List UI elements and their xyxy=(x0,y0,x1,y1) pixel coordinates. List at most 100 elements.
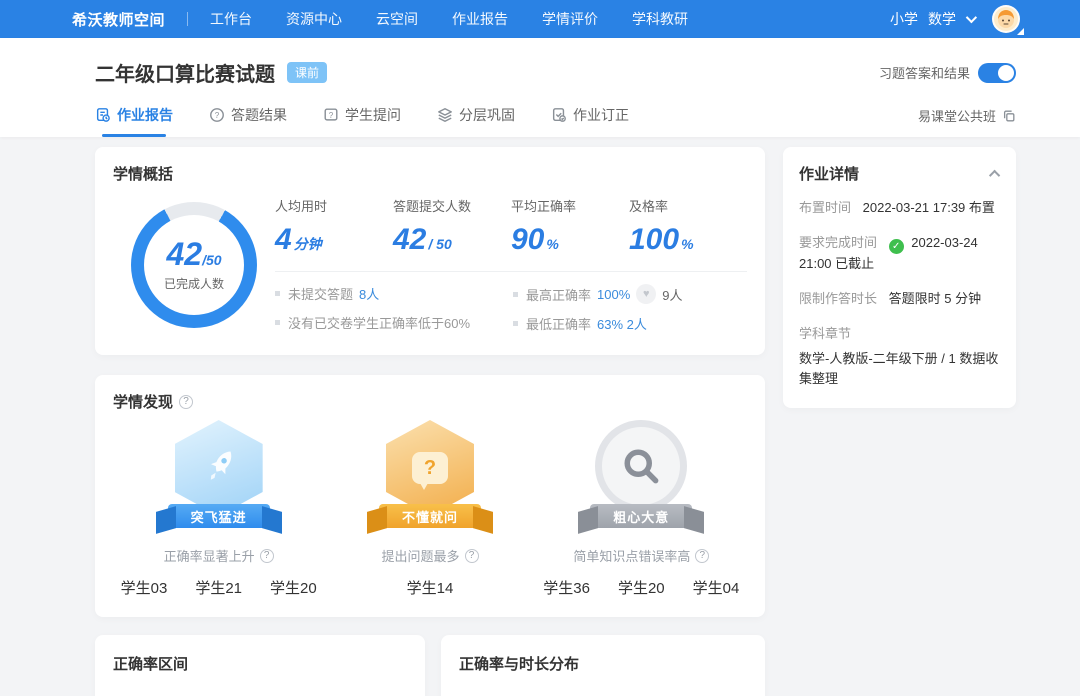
nav-item-evaluation[interactable]: 学情评价 xyxy=(542,9,598,29)
homework-details-card: 作业详情 布置时间 2022-03-21 17:39 布置 要求完成时间 ✓ 2… xyxy=(783,147,1016,408)
nav-item-resources[interactable]: 资源中心 xyxy=(286,9,342,29)
nav-item-research[interactable]: 学科教研 xyxy=(632,9,688,29)
detail-label: 要求完成时间 xyxy=(799,235,877,250)
stat-label: 平均正确率 xyxy=(511,196,629,215)
user-avatar[interactable] xyxy=(992,5,1020,33)
brand-logo[interactable]: 希沃教师空间 xyxy=(72,9,165,30)
nav-divider xyxy=(187,12,188,26)
nav-item-workbench[interactable]: 工作台 xyxy=(210,9,252,29)
tab-layered-consolidation[interactable]: 分层巩固 xyxy=(437,105,515,137)
check-icon: ✓ xyxy=(889,239,904,254)
avatar-face-icon xyxy=(994,7,1018,31)
tab-label: 学生提问 xyxy=(345,105,401,125)
medal-help-icon[interactable]: ? xyxy=(465,549,479,563)
completion-count: 42/50 xyxy=(166,238,221,270)
class-switcher[interactable]: 易课堂公共班 xyxy=(918,106,1016,137)
detail-time-limit: 限制作答时长 答题限时 5 分钟 xyxy=(799,289,1000,310)
stat-label: 及格率 xyxy=(629,196,747,215)
nav-right: 小学 数学 xyxy=(890,5,1020,33)
student-link[interactable]: 学生04 xyxy=(693,577,740,598)
nav-item-cloud[interactable]: 云空间 xyxy=(376,9,418,29)
medal-ribbon: 不懂就问 xyxy=(379,504,481,528)
stat-pass-rate: 及格率 100% xyxy=(629,196,747,255)
note-highest-accuracy: 最高正确率 100% ♥ 9人 xyxy=(513,284,683,304)
nav-item-homework-report[interactable]: 作业报告 xyxy=(452,9,508,29)
question-bubble-icon: ? xyxy=(412,452,448,484)
class-name-label: 易课堂公共班 xyxy=(918,106,996,125)
student-link[interactable]: 学生20 xyxy=(270,577,317,598)
bullet-icon xyxy=(275,291,280,296)
rapid-progress-medal: 突飞猛进 xyxy=(144,420,294,540)
stat-unit: % xyxy=(681,236,693,252)
note-no-low-accuracy: 没有已交卷学生正确率低于60% xyxy=(275,313,513,332)
asks-questions-medal: ? 不懂就问 xyxy=(355,420,505,540)
svg-text:?: ? xyxy=(215,111,220,120)
chevron-down-icon xyxy=(966,12,977,23)
accuracy-range-card: 正确率区间 xyxy=(95,635,425,696)
avatar-caret-icon xyxy=(1017,28,1024,35)
tab-label: 作业订正 xyxy=(573,105,629,125)
circle-shape xyxy=(595,420,687,512)
student-link[interactable]: 学生20 xyxy=(618,577,665,598)
bottom-charts-row: 正确率区间 正确率与时长分布 xyxy=(95,635,765,696)
heart-icon: ♥ xyxy=(636,284,656,304)
bullet-icon xyxy=(513,321,518,326)
highest-accuracy-count: 9人 xyxy=(662,285,682,304)
medal-help-icon[interactable]: ? xyxy=(260,549,274,563)
completed-number: 42 xyxy=(166,236,202,272)
detail-label: 限制作答时长 xyxy=(799,291,877,306)
stat-value: 90 xyxy=(511,223,544,256)
answers-toggle[interactable] xyxy=(978,63,1016,83)
medal-ribbon: 突飞猛进 xyxy=(168,504,270,528)
badge-careless: 粗心大意 简单知识点错误率高 ? 学生36 学生20 学生04 xyxy=(536,420,747,598)
student-link[interactable]: 学生14 xyxy=(407,577,454,598)
question-square-icon: ? xyxy=(323,107,339,123)
layers-icon xyxy=(437,107,453,123)
subject-label: 数学 xyxy=(928,9,956,29)
note-unsubmitted: 未提交答题 8人 xyxy=(275,284,513,303)
student-link[interactable]: 学生21 xyxy=(195,577,242,598)
stat-avg-time: 人均用时 4分钟 xyxy=(275,196,393,255)
collapse-chevron-icon[interactable] xyxy=(989,169,1000,180)
discovery-help-icon[interactable]: ? xyxy=(179,395,193,409)
detail-label: 学科章节 xyxy=(799,326,851,341)
detail-label: 布置时间 xyxy=(799,200,851,215)
discovery-card: 学情发现 ? xyxy=(95,375,765,617)
page-title: 二年级口算比赛试题 xyxy=(95,58,275,87)
hexagon-shape xyxy=(175,420,263,516)
school-level-label: 小学 xyxy=(890,9,918,29)
detail-value: 答题限时 5 分钟 xyxy=(889,291,981,306)
medal-help-icon[interactable]: ? xyxy=(695,549,709,563)
tab-homework-report[interactable]: 作业报告 xyxy=(95,105,173,137)
note-text: 最高正确率 xyxy=(526,285,591,304)
note-text: 未提交答题 xyxy=(288,284,353,303)
detail-value: 数学-人教版-二年级下册 / 1 数据收集整理 xyxy=(799,349,1000,391)
completion-donut: 42/50 已完成人数 xyxy=(131,202,257,328)
bullet-icon xyxy=(275,320,280,325)
tab-label: 答题结果 xyxy=(231,105,287,125)
report-icon xyxy=(95,107,111,123)
detail-value: 2022-03-21 17:39 布置 xyxy=(863,200,995,215)
page-header: 二年级口算比赛试题 课前 习题答案和结果 作业报告 ? 答题结果 xyxy=(0,38,1080,137)
stat-avg-accuracy: 平均正确率 90% xyxy=(511,196,629,255)
tab-answer-results[interactable]: ? 答题结果 xyxy=(209,105,287,137)
stat-submissions: 答题提交人数 42/ 50 xyxy=(393,196,511,255)
highest-accuracy-value: 100% xyxy=(597,287,630,302)
tab-student-questions[interactable]: ? 学生提问 xyxy=(323,105,401,137)
pre-class-tag: 课前 xyxy=(287,62,327,83)
unsubmitted-count-link[interactable]: 8人 xyxy=(359,284,379,303)
stats-row: 人均用时 4分钟 答题提交人数 42/ 50 平均正确率 90% 及格率 xyxy=(275,196,747,255)
medal-ribbon: 粗心大意 xyxy=(590,504,692,528)
stat-value: 4 xyxy=(275,223,292,256)
student-link[interactable]: 学生36 xyxy=(543,577,590,598)
avatar-image xyxy=(992,5,1020,33)
question-circle-icon: ? xyxy=(209,107,225,123)
details-title: 作业详情 xyxy=(799,163,859,184)
student-link[interactable]: 学生03 xyxy=(121,577,168,598)
tab-homework-correction[interactable]: 作业订正 xyxy=(551,105,629,137)
rocket-icon xyxy=(197,446,241,490)
badge-rapid-progress: 突飞猛进 正确率显著上升 ? 学生03 学生21 学生20 xyxy=(113,420,324,598)
tab-label: 分层巩固 xyxy=(459,105,515,125)
grade-subject-selector[interactable]: 小学 数学 xyxy=(890,9,974,29)
stat-unit: / 50 xyxy=(428,236,451,252)
